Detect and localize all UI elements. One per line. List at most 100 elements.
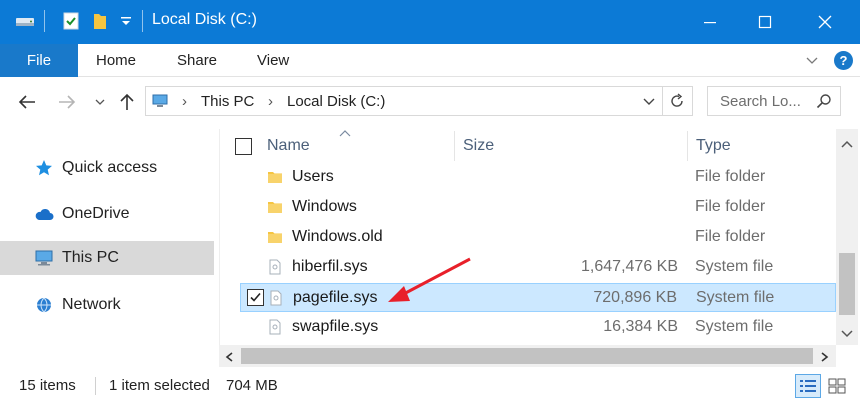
horizontal-scrollbar[interactable] [219, 345, 836, 367]
horizontal-scroll-thumb[interactable] [241, 348, 813, 364]
table-row[interactable]: Users File folder [240, 163, 836, 192]
folder-icon [267, 229, 283, 245]
sort-ascending-icon [338, 125, 352, 142]
table-row-selected[interactable]: pagefile.sys 720,896 KB System file [240, 283, 836, 312]
up-button[interactable] [116, 91, 138, 113]
nav-item-label: OneDrive [62, 205, 130, 222]
tab-home[interactable]: Home [96, 44, 136, 77]
close-button[interactable] [795, 0, 855, 44]
system-file-icon [267, 319, 283, 335]
status-divider [95, 377, 96, 395]
address-divider [662, 87, 663, 115]
vertical-scrollbar[interactable] [836, 129, 858, 345]
scroll-up-icon[interactable] [840, 137, 854, 154]
minimize-button[interactable] [680, 0, 740, 44]
search-input[interactable]: Search Lo... [720, 93, 801, 110]
computer-icon [34, 249, 54, 267]
cloud-icon [34, 205, 54, 223]
system-file-icon [267, 259, 283, 275]
file-type: File folder [695, 168, 766, 185]
file-type: System file [695, 258, 774, 275]
title-separator [142, 10, 143, 32]
table-row[interactable]: swapfile.sys 16,384 KB System file [240, 313, 836, 342]
folder-icon [267, 169, 283, 185]
table-row[interactable]: Windows File folder [240, 193, 836, 222]
properties-icon[interactable] [60, 10, 82, 32]
nav-item-label: This PC [62, 249, 119, 266]
title-separator [44, 10, 45, 32]
file-name: swapfile.sys [292, 318, 379, 335]
navigation-pane: Quick access OneDrive This PC Network [0, 129, 219, 369]
column-header-name[interactable]: Name [267, 129, 310, 163]
breadcrumb-this-pc[interactable]: This PC [201, 93, 254, 110]
item-count: 15 items [19, 377, 76, 394]
file-name: hiberfil.sys [292, 258, 368, 275]
nav-item-label: Network [62, 296, 121, 313]
window-title: Local Disk (C:) [152, 11, 257, 28]
nav-item-onedrive[interactable]: OneDrive [0, 197, 214, 231]
title-bar: Local Disk (C:) [0, 0, 860, 44]
search-icon[interactable] [816, 93, 832, 113]
nav-item-this-pc[interactable]: This PC [0, 241, 214, 275]
folder-icon [267, 199, 283, 215]
network-icon [34, 296, 54, 314]
this-pc-icon [151, 93, 169, 113]
file-name: pagefile.sys [293, 289, 378, 306]
refresh-icon[interactable] [669, 93, 685, 113]
column-header-type[interactable]: Type [696, 129, 731, 163]
column-header-size[interactable]: Size [463, 129, 494, 163]
back-button[interactable] [16, 91, 38, 113]
file-type: File folder [695, 228, 766, 245]
file-type: File folder [695, 198, 766, 215]
table-row[interactable]: Windows.old File folder [240, 223, 836, 252]
column-divider[interactable] [687, 131, 688, 161]
annotation-arrow-icon [388, 257, 471, 302]
help-icon[interactable]: ? [834, 51, 853, 70]
table-row[interactable]: hiberfil.sys 1,647,476 KB System file [240, 253, 836, 282]
tab-share[interactable]: Share [177, 44, 217, 77]
row-checkbox[interactable] [247, 289, 264, 306]
selection-size: 704 MB [226, 377, 278, 394]
recent-locations-button[interactable] [89, 91, 111, 113]
breadcrumb-local-disk[interactable]: Local Disk (C:) [287, 93, 385, 110]
scroll-left-icon[interactable] [225, 350, 235, 367]
vertical-scroll-thumb[interactable] [839, 253, 855, 315]
maximize-button[interactable] [735, 0, 795, 44]
nav-item-quick-access[interactable]: Quick access [0, 151, 214, 185]
large-icons-view-icon [828, 378, 846, 394]
column-divider[interactable] [454, 131, 455, 161]
file-type: System file [695, 318, 774, 335]
scroll-down-icon[interactable] [840, 325, 854, 342]
nav-item-network[interactable]: Network [0, 288, 214, 322]
details-view-icon [800, 380, 816, 392]
details-view-button[interactable] [795, 374, 821, 398]
file-size: 16,384 KB [603, 318, 678, 335]
customize-toolbar-icon[interactable] [118, 10, 134, 32]
tab-view[interactable]: View [257, 44, 289, 77]
file-size: 1,647,476 KB [581, 258, 678, 275]
star-icon [34, 159, 54, 177]
address-bar[interactable]: › This PC › Local Disk (C:) [145, 86, 693, 116]
file-name: Users [292, 168, 334, 185]
system-file-icon [268, 290, 284, 306]
selection-count: 1 item selected [109, 377, 210, 394]
breadcrumb-separator: › [182, 93, 187, 110]
scroll-right-icon[interactable] [819, 350, 829, 367]
file-name: Windows [292, 198, 357, 215]
new-folder-icon[interactable] [90, 10, 110, 32]
expand-ribbon-icon[interactable] [804, 52, 820, 68]
drive-icon [14, 10, 36, 32]
tab-file[interactable]: File [0, 44, 78, 77]
file-size: 720,896 KB [593, 289, 677, 306]
forward-button[interactable] [56, 91, 78, 113]
file-type: System file [696, 289, 775, 306]
large-icons-view-button[interactable] [824, 374, 850, 398]
select-all-checkbox[interactable] [235, 138, 252, 155]
nav-item-label: Quick access [62, 159, 158, 176]
file-name: Windows.old [292, 228, 383, 245]
address-dropdown-icon[interactable] [642, 94, 656, 112]
status-bar: 15 items 1 item selected 704 MB [0, 369, 860, 403]
search-box[interactable]: Search Lo... [707, 86, 841, 116]
file-list: Name Size Type Users File folder Windows… [219, 129, 836, 345]
breadcrumb-separator: › [268, 93, 273, 110]
